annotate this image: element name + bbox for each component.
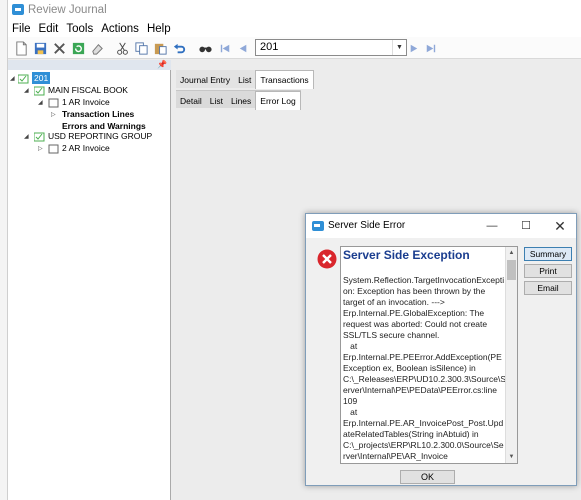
previous-record-icon[interactable] bbox=[235, 40, 251, 56]
error-details-box: Server Side Exception System.Reflection.… bbox=[340, 246, 518, 464]
refresh-icon[interactable] bbox=[70, 40, 86, 56]
invoice-icon bbox=[48, 143, 59, 154]
expand-icon[interactable]: ▷ bbox=[51, 109, 56, 121]
tab-transactions[interactable]: Transactions bbox=[255, 70, 314, 89]
book-icon bbox=[33, 131, 45, 142]
dialog-title-bar: Server Side Error — ☐ ✕ bbox=[306, 214, 576, 238]
tree-node-ar-invoice-1[interactable]: 1 AR Invoice bbox=[62, 96, 110, 108]
menu-bar: File Edit Tools Actions Help bbox=[8, 20, 581, 37]
tab-list[interactable]: List bbox=[234, 71, 255, 89]
collapse-icon[interactable]: ◢ bbox=[24, 85, 29, 97]
book-icon bbox=[33, 85, 45, 96]
find-icon[interactable] bbox=[197, 40, 213, 56]
tree-node-root[interactable]: 201 bbox=[32, 72, 51, 84]
app-icon bbox=[12, 4, 24, 15]
app-icon bbox=[312, 221, 324, 231]
first-record-icon[interactable] bbox=[217, 40, 233, 56]
maximize-icon[interactable]: ☐ bbox=[510, 214, 542, 238]
main-tabs: Journal Entry List Transactions bbox=[176, 70, 314, 89]
save-icon[interactable] bbox=[32, 40, 48, 56]
journal-selector-value: 201 bbox=[260, 41, 279, 53]
window-title: Review Journal bbox=[28, 4, 107, 16]
scroll-up-icon[interactable]: ▲ bbox=[506, 247, 517, 259]
tab-detail[interactable]: Detail bbox=[176, 92, 206, 110]
server-error-dialog: Server Side Error — ☐ ✕ Server Side Exce… bbox=[305, 213, 577, 486]
background-window-strip bbox=[0, 0, 8, 500]
title-bar: Review Journal bbox=[8, 0, 581, 20]
summary-button[interactable]: Summary bbox=[524, 247, 572, 261]
tab-list-sub[interactable]: List bbox=[206, 92, 227, 110]
error-heading: Server Side Exception bbox=[343, 248, 470, 262]
error-icon bbox=[317, 249, 337, 269]
menu-edit[interactable]: Edit bbox=[35, 20, 63, 38]
tree-node-transaction-lines[interactable]: Transaction Lines bbox=[62, 108, 134, 120]
scroll-down-icon[interactable]: ▼ bbox=[506, 451, 517, 463]
menu-tools[interactable]: Tools bbox=[62, 20, 97, 38]
collapse-icon[interactable]: ◢ bbox=[10, 73, 15, 85]
expand-icon[interactable]: ▷ bbox=[38, 143, 43, 155]
journal-icon bbox=[17, 73, 29, 84]
collapse-icon[interactable]: ◢ bbox=[38, 97, 43, 109]
chevron-down-icon[interactable]: ▼ bbox=[392, 40, 406, 55]
ok-button[interactable]: OK bbox=[400, 470, 455, 484]
menu-actions[interactable]: Actions bbox=[97, 20, 143, 38]
error-message: System.Reflection.TargetInvocationExcept… bbox=[343, 275, 507, 461]
email-button[interactable]: Email bbox=[524, 281, 572, 295]
journal-selector[interactable]: 201 ▼ bbox=[255, 39, 407, 56]
invoice-icon bbox=[48, 97, 59, 108]
last-record-icon[interactable] bbox=[422, 40, 438, 56]
close-icon[interactable]: ✕ bbox=[544, 214, 576, 238]
error-scrollbar[interactable]: ▲ ▼ bbox=[505, 247, 517, 463]
tree-panel: 📌 ◢ 201 ◢ MAIN FISCAL BOOK ◢ 1 AR Invoic… bbox=[8, 60, 171, 500]
undo-icon[interactable] bbox=[171, 40, 187, 56]
sub-tabs: Detail List Lines Error Log bbox=[176, 90, 301, 110]
tree-node-main-fiscal-book[interactable]: MAIN FISCAL BOOK bbox=[48, 84, 128, 96]
next-record-icon[interactable] bbox=[405, 40, 421, 56]
tab-journal-entry[interactable]: Journal Entry bbox=[176, 71, 234, 89]
print-button[interactable]: Print bbox=[524, 264, 572, 278]
minimize-icon[interactable]: — bbox=[476, 214, 508, 238]
tree-node-usd-reporting-group[interactable]: USD REPORTING GROUP bbox=[48, 130, 152, 142]
menu-file[interactable]: File bbox=[8, 20, 35, 38]
paste-icon[interactable] bbox=[152, 40, 168, 56]
new-icon[interactable] bbox=[13, 40, 29, 56]
tab-error-log[interactable]: Error Log bbox=[255, 91, 301, 110]
pin-icon[interactable]: 📌 bbox=[157, 60, 167, 70]
review-journal-window: Review Journal File Edit Tools Actions Help … bbox=[0, 0, 581, 500]
eraser-icon[interactable] bbox=[89, 40, 105, 56]
delete-icon[interactable] bbox=[51, 40, 67, 56]
tree-node-ar-invoice-2[interactable]: 2 AR Invoice bbox=[62, 142, 110, 154]
scroll-thumb[interactable] bbox=[507, 260, 516, 280]
dialog-title: Server Side Error bbox=[328, 220, 406, 231]
toolbar: 201 ▼ bbox=[8, 37, 581, 59]
collapse-icon[interactable]: ◢ bbox=[24, 131, 29, 143]
copy-icon[interactable] bbox=[133, 40, 149, 56]
panel-header: 📌 bbox=[8, 60, 171, 70]
cut-icon[interactable] bbox=[114, 40, 130, 56]
menu-help[interactable]: Help bbox=[143, 20, 175, 38]
tab-lines[interactable]: Lines bbox=[227, 92, 255, 110]
